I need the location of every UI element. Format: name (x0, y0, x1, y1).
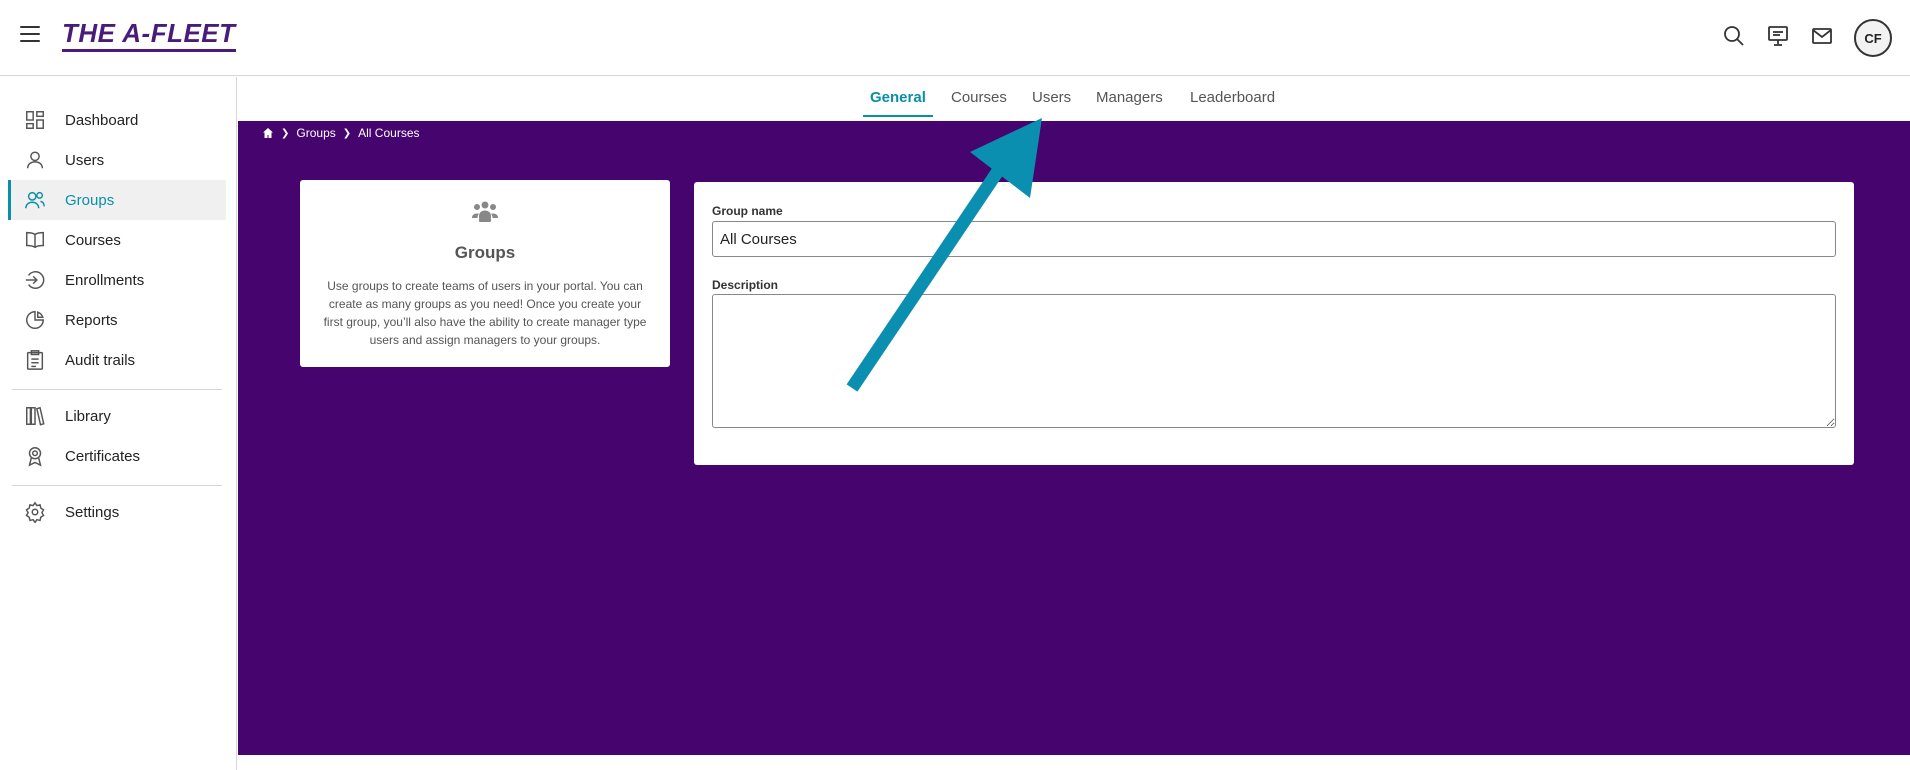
sidebar-item-label: Groups (65, 191, 115, 209)
library-icon (24, 405, 46, 427)
groups-info-card: Groups Use groups to create teams of use… (300, 180, 670, 367)
breadcrumb-groups[interactable]: Groups (296, 126, 335, 140)
footer-strip (238, 755, 1910, 770)
user-icon (24, 149, 46, 171)
sidebar-divider (12, 389, 222, 390)
tab-users[interactable]: Users (1032, 89, 1071, 113)
sidebar-item-enrollments[interactable]: Enrollments (8, 260, 226, 300)
sidebar-item-label: Reports (65, 311, 118, 329)
sidebar-item-library[interactable]: Library (8, 396, 226, 436)
group-name-input[interactable] (712, 221, 1836, 257)
dashboard-icon (24, 109, 46, 131)
mail-icon[interactable] (1810, 24, 1834, 48)
book-icon (24, 229, 46, 251)
breadcrumb-current: All Courses (358, 126, 420, 140)
sidebar-item-label: Settings (65, 503, 120, 521)
menu-icon[interactable] (20, 26, 40, 42)
chevron-right-icon: ❯ (281, 127, 290, 139)
certificate-icon (24, 445, 46, 467)
chevron-right-icon: ❯ (342, 127, 352, 139)
breadcrumb: ❯ Groups ❯ All Courses (262, 125, 420, 141)
tab-courses[interactable]: Courses (951, 89, 1007, 113)
enroll-icon (24, 269, 46, 291)
home-icon[interactable] (262, 127, 274, 139)
sidebar-item-reports[interactable]: Reports (8, 300, 226, 340)
sidebar-item-label: Courses (65, 231, 121, 249)
sidebar-divider (12, 485, 222, 486)
search-icon[interactable] (1722, 24, 1746, 48)
gear-icon (24, 501, 46, 524)
sidebar-item-courses[interactable]: Courses (8, 220, 226, 260)
tab-leaderboard[interactable]: Leaderboard (1190, 89, 1275, 113)
groups-icon (471, 200, 499, 224)
description-label: Description (712, 278, 779, 292)
tab-general[interactable]: General (863, 89, 933, 117)
sidebar-item-users[interactable]: Users (8, 140, 226, 180)
sidebar-item-settings[interactable]: Settings (8, 492, 226, 532)
presentation-icon[interactable] (1766, 24, 1790, 48)
pie-chart-icon (24, 309, 46, 331)
sidebar: Dashboard Users Groups Courses Enrollmen… (0, 77, 237, 770)
info-card-description: Use groups to create teams of users in y… (323, 279, 647, 347)
sidebar-item-label: Enrollments (65, 271, 145, 289)
sidebar-item-certificates[interactable]: Certificates (8, 436, 226, 476)
top-header: THE A-FLEET CF (0, 0, 1910, 76)
info-card-title: Groups (454, 243, 516, 262)
group-name-label: Group name (712, 204, 783, 218)
logo[interactable]: THE A-FLEET (62, 18, 236, 52)
avatar[interactable]: CF (1854, 19, 1892, 57)
sidebar-item-label: Certificates (65, 447, 141, 465)
groups-icon (24, 189, 46, 211)
tab-managers[interactable]: Managers (1096, 89, 1163, 113)
sidebar-item-audit-trails[interactable]: Audit trails (8, 340, 226, 380)
description-textarea[interactable] (712, 294, 1836, 428)
sidebar-item-dashboard[interactable]: Dashboard (8, 100, 226, 140)
sidebar-item-label: Users (65, 151, 105, 169)
tab-bar: General Courses Users Managers Leaderboa… (238, 77, 1910, 121)
main-content: ❯ Groups ❯ All Courses Groups Use groups… (238, 121, 1910, 755)
sidebar-item-label: Dashboard (65, 111, 139, 129)
group-form: Group name Description (694, 182, 1854, 465)
sidebar-item-label: Library (65, 407, 111, 425)
sidebar-item-label: Audit trails (65, 351, 136, 369)
sidebar-item-groups[interactable]: Groups (8, 180, 226, 220)
clipboard-icon (24, 349, 46, 371)
